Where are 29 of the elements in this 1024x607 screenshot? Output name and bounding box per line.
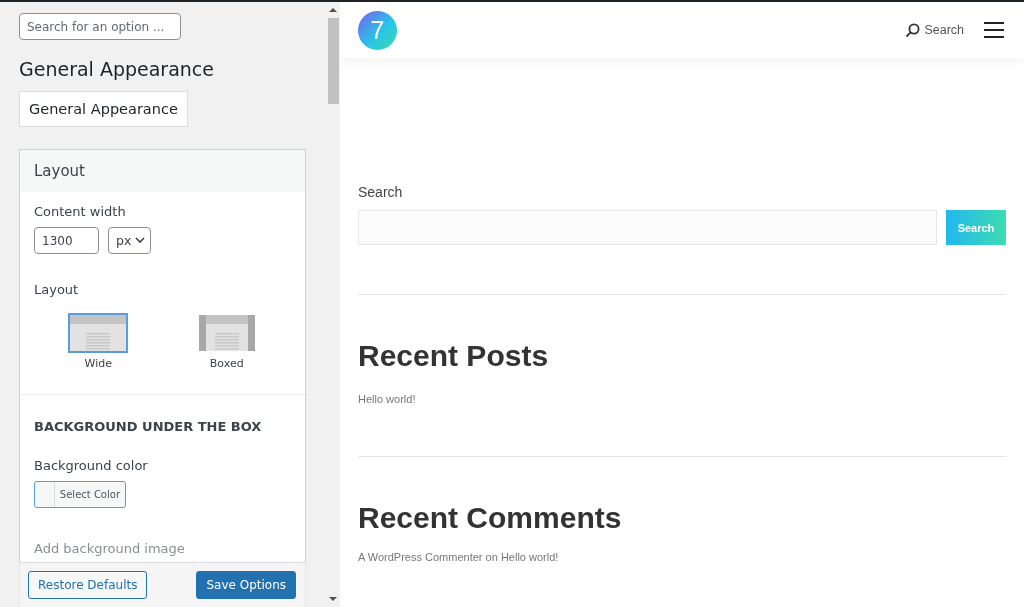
widget-title: Recent Posts (358, 339, 550, 373)
layout-option[interactable]: Wide (68, 313, 129, 370)
chevron-icon (135, 237, 146, 244)
search-field[interactable]: Search for an option ... (19, 13, 181, 40)
field-label: Add background image (34, 541, 185, 556)
menu-icon[interactable] (984, 22, 1004, 38)
restore-button[interactable]: Restore Defaults (28, 571, 148, 599)
search-icon (905, 22, 921, 38)
post-link[interactable]: Hello world! (358, 393, 416, 405)
section-heading: General Appearance (19, 58, 215, 80)
search-label: Search (358, 184, 404, 200)
color-picker-button[interactable]: Select Color (34, 481, 126, 508)
comment-entry: A WordPress Commenter on Hello world! (358, 551, 560, 563)
unit-dropdown[interactable]: px (108, 227, 152, 254)
post-link[interactable]: Hello world! (500, 551, 559, 563)
card-title: Layout (20, 150, 305, 192)
author-link[interactable]: A WordPress Commenter (358, 551, 483, 563)
layout-thumbnail-icon (68, 313, 129, 353)
header-search-link[interactable]: Search (905, 22, 964, 38)
save-button[interactable]: Save Options (196, 571, 296, 599)
layout-thumbnail-icon (196, 313, 257, 353)
field-label: Content width (34, 204, 127, 219)
subsection-heading: BACKGROUND UNDER THE BOX (34, 419, 263, 434)
width-field[interactable]: 1300 (34, 227, 99, 254)
section-tab[interactable]: General Appearance (19, 91, 188, 127)
field-label: Layout (34, 282, 80, 297)
widget-title: Recent Comments (358, 501, 623, 535)
field-label: Background color (34, 458, 149, 473)
layout-option[interactable]: Boxed (196, 313, 257, 370)
